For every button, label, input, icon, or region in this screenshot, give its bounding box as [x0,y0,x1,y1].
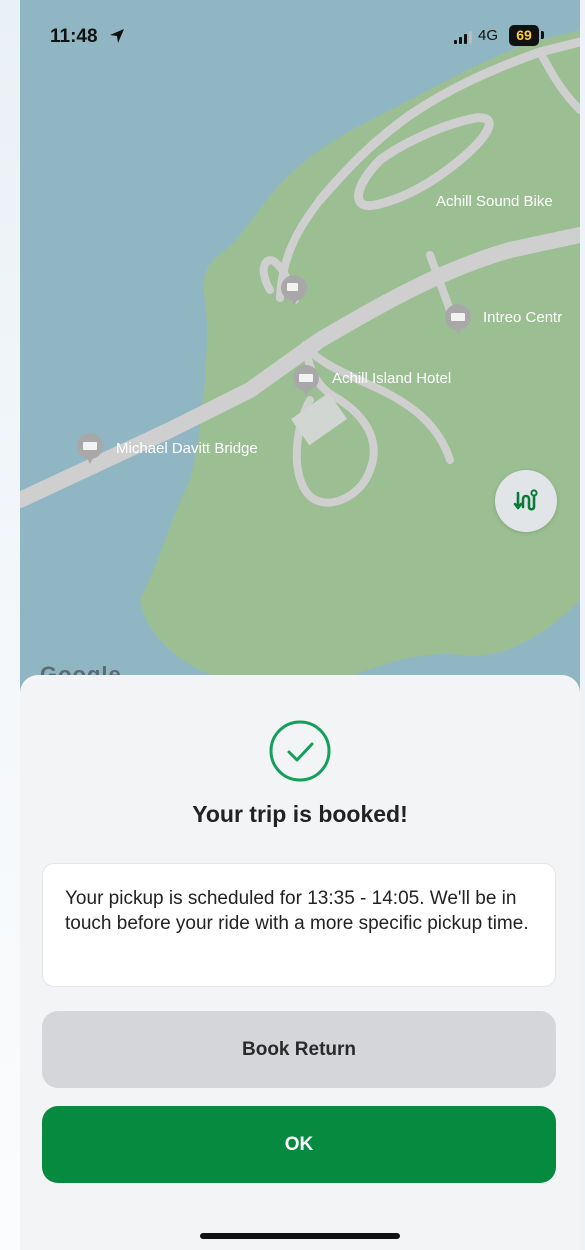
ok-button[interactable]: OK [42,1106,556,1183]
booking-confirmation-sheet: Your trip is booked! Your pickup is sche… [20,675,580,1250]
map-label-hotel: Achill Island Hotel [332,370,452,387]
route-toggle-button[interactable] [495,470,557,532]
status-bar: 11:48 4G 69 [20,0,580,70]
cellular-signal-icon [454,31,472,44]
home-indicator [200,1233,400,1239]
pickup-info-box: Your pickup is scheduled for 13:35 - 14:… [42,863,556,987]
location-arrow-icon [110,29,124,43]
confirmation-title: Your trip is booked! [192,801,408,827]
book-return-button[interactable]: Book Return [42,1011,556,1088]
battery-tip [541,31,544,39]
map-label-bike: Achill Sound Bike [436,193,553,210]
pickup-info-text: Your pickup is scheduled for 13:35 - 14:… [65,888,529,934]
status-time: 11:48 [50,26,98,47]
map-label-intreo: Intreo Centr [483,309,563,326]
route-icon [513,489,538,511]
network-type: 4G [478,27,499,44]
background-strip [0,0,20,1250]
battery-icon: 69 [509,25,539,46]
map-label-bridge: Michael Davitt Bridge [116,440,258,457]
phone-screen: Achill Sound Bike Intreo Centr Achill Is… [20,0,580,1250]
map-view[interactable] [20,0,580,720]
check-circle-icon [269,720,331,782]
